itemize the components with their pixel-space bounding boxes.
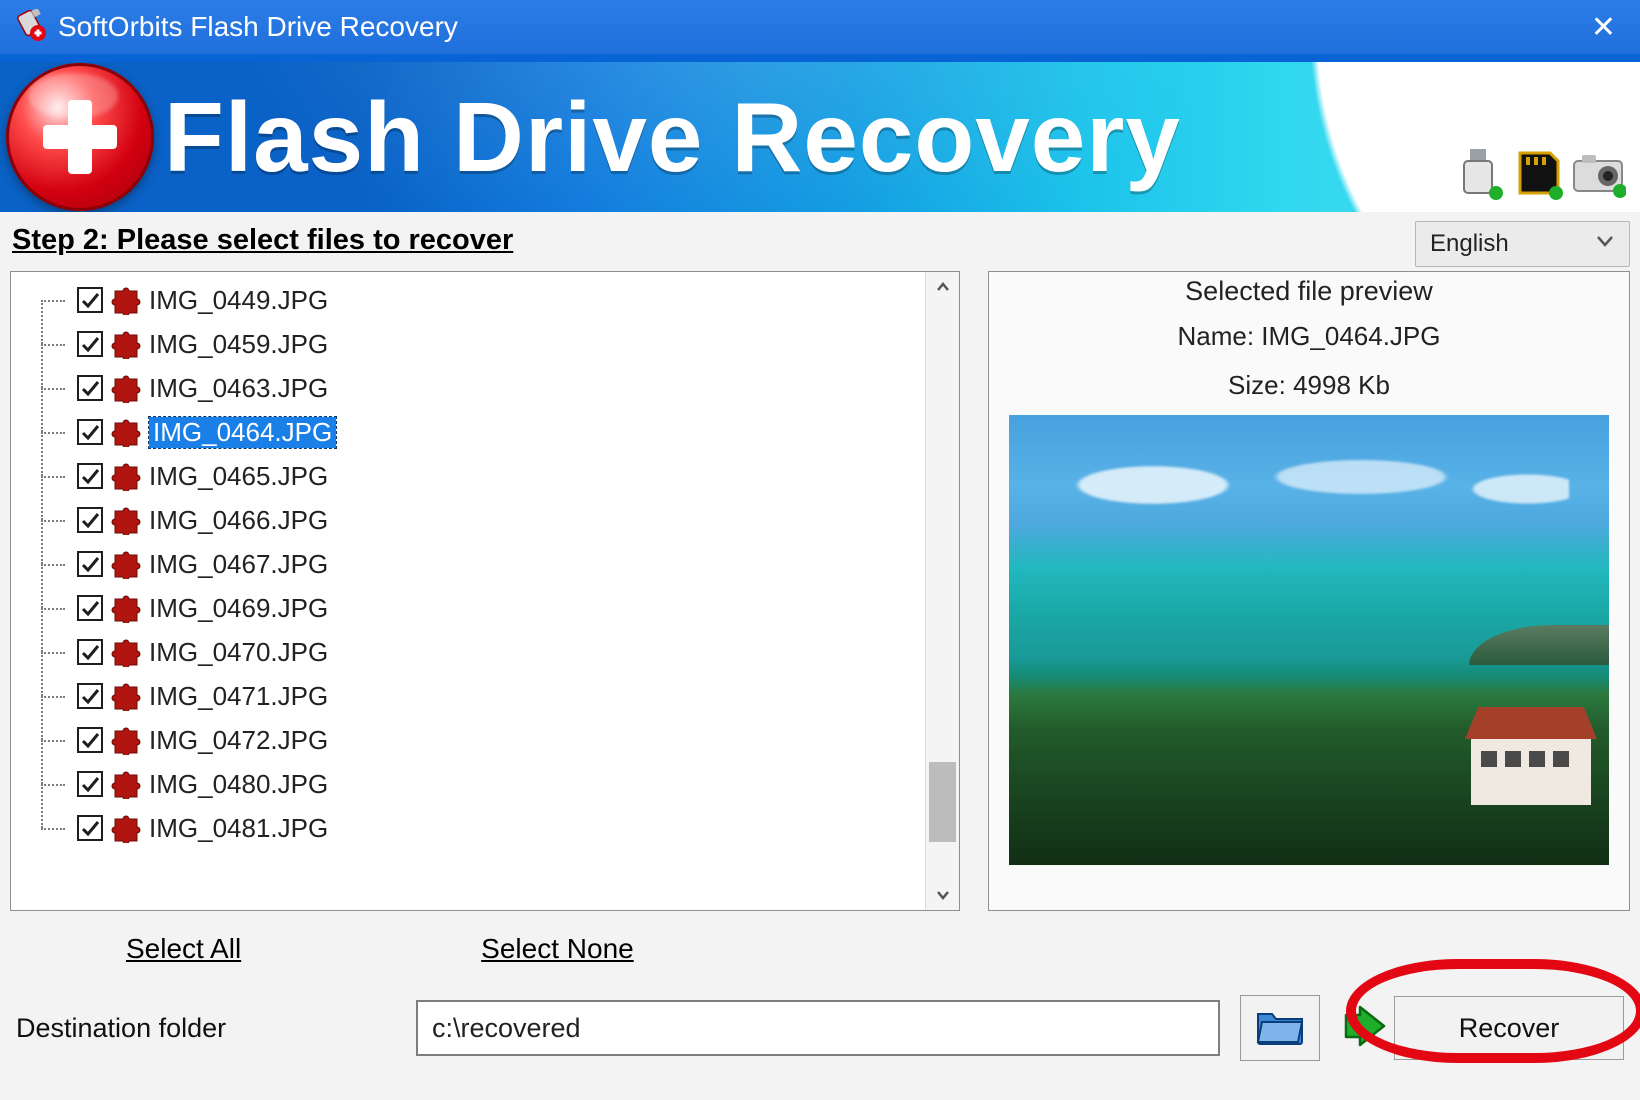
scrollbar-v[interactable]: [925, 272, 959, 910]
file-item[interactable]: IMG_0449.JPG: [29, 278, 925, 322]
file-name: IMG_0459.JPG: [149, 329, 328, 360]
select-none-link[interactable]: Select None: [481, 933, 634, 965]
file-name: IMG_0464.JPG: [149, 417, 336, 448]
file-item[interactable]: IMG_0472.JPG: [29, 718, 925, 762]
window-title: SoftOrbits Flash Drive Recovery: [58, 11, 458, 43]
file-type-icon: [111, 329, 141, 359]
file-type-icon: [111, 637, 141, 667]
preview-image: [1009, 415, 1609, 865]
tree-connector: [29, 278, 69, 322]
file-checkbox[interactable]: [77, 331, 103, 357]
recovery-plus-icon: [6, 63, 154, 211]
file-name: IMG_0469.JPG: [149, 593, 328, 624]
file-checkbox[interactable]: [77, 507, 103, 533]
file-checkbox[interactable]: [77, 551, 103, 577]
app-banner: Flash Drive Recovery: [0, 62, 1640, 212]
file-item[interactable]: IMG_0464.JPG: [29, 410, 925, 454]
file-name: IMG_0472.JPG: [149, 725, 328, 756]
file-name: IMG_0470.JPG: [149, 637, 328, 668]
usb-device-icon: [1450, 145, 1506, 206]
file-checkbox[interactable]: [77, 815, 103, 841]
file-type-icon: [111, 593, 141, 623]
tree-connector: [29, 630, 69, 674]
tree-connector: [29, 454, 69, 498]
camera-icon: [1570, 145, 1626, 206]
file-name: IMG_0465.JPG: [149, 461, 328, 492]
file-item[interactable]: IMG_0481.JPG: [29, 806, 925, 850]
file-item[interactable]: IMG_0471.JPG: [29, 674, 925, 718]
scroll-down-icon[interactable]: [926, 880, 959, 910]
file-type-icon: [111, 769, 141, 799]
file-item[interactable]: IMG_0469.JPG: [29, 586, 925, 630]
file-item[interactable]: IMG_0465.JPG: [29, 454, 925, 498]
file-type-icon: [111, 285, 141, 315]
file-type-icon: [111, 549, 141, 579]
file-checkbox[interactable]: [77, 595, 103, 621]
file-checkbox[interactable]: [77, 287, 103, 313]
tree-connector: [29, 586, 69, 630]
file-item[interactable]: IMG_0466.JPG: [29, 498, 925, 542]
file-type-icon: [111, 813, 141, 843]
file-item[interactable]: IMG_0467.JPG: [29, 542, 925, 586]
tree-connector: [29, 322, 69, 366]
file-name: IMG_0466.JPG: [149, 505, 328, 536]
file-name: IMG_0467.JPG: [149, 549, 328, 580]
destination-label: Destination folder: [16, 1013, 396, 1044]
file-type-icon: [111, 373, 141, 403]
app-title: Flash Drive Recovery: [164, 88, 1181, 186]
file-type-icon: [111, 725, 141, 755]
destination-input[interactable]: c:\recovered: [416, 1000, 1220, 1056]
tree-connector: [29, 674, 69, 718]
file-checkbox[interactable]: [77, 771, 103, 797]
file-checkbox[interactable]: [77, 639, 103, 665]
tree-connector: [29, 718, 69, 762]
file-checkbox[interactable]: [77, 419, 103, 445]
file-item[interactable]: IMG_0459.JPG: [29, 322, 925, 366]
scrollbar-thumb[interactable]: [929, 762, 956, 842]
scroll-up-icon[interactable]: [926, 272, 959, 302]
preview-name: Name: IMG_0464.JPG: [1178, 321, 1441, 352]
file-checkbox[interactable]: [77, 683, 103, 709]
preview-panel: Selected file preview Name: IMG_0464.JPG…: [988, 271, 1630, 911]
language-dropdown[interactable]: English: [1415, 221, 1630, 267]
recover-arrow-icon: [1342, 1003, 1388, 1054]
file-name: IMG_0463.JPG: [149, 373, 328, 404]
file-item[interactable]: IMG_0463.JPG: [29, 366, 925, 410]
sd-card-icon: [1510, 145, 1566, 206]
tree-connector: [29, 762, 69, 806]
step-heading: Step 2: Please select files to recover: [10, 220, 513, 267]
file-type-icon: [111, 461, 141, 491]
file-checkbox[interactable]: [77, 375, 103, 401]
file-type-icon: [111, 505, 141, 535]
file-item[interactable]: IMG_0470.JPG: [29, 630, 925, 674]
usb-drive-icon: [16, 9, 48, 46]
file-name: IMG_0449.JPG: [149, 285, 328, 316]
tree-connector: [29, 410, 69, 454]
titlebar: SoftOrbits Flash Drive Recovery ✕: [0, 0, 1640, 54]
select-all-link[interactable]: Select All: [126, 933, 241, 965]
tree-connector: [29, 366, 69, 410]
recover-button[interactable]: Recover: [1394, 996, 1624, 1060]
chevron-down-icon: [1595, 230, 1615, 258]
file-checkbox[interactable]: [77, 727, 103, 753]
language-selected: English: [1430, 230, 1509, 258]
browse-folder-button[interactable]: [1240, 995, 1320, 1061]
tree-connector: [29, 542, 69, 586]
preview-size: Size: 4998 Kb: [1228, 370, 1390, 401]
tree-connector: [29, 498, 69, 542]
file-type-icon: [111, 681, 141, 711]
file-type-icon: [111, 417, 141, 447]
preview-header: Selected file preview: [1185, 276, 1433, 307]
folder-icon: [1256, 1006, 1304, 1051]
file-name: IMG_0480.JPG: [149, 769, 328, 800]
file-name: IMG_0471.JPG: [149, 681, 328, 712]
tree-connector: [29, 806, 69, 850]
file-item[interactable]: IMG_0480.JPG: [29, 762, 925, 806]
file-list[interactable]: IMG_0449.JPG IMG_0459.JPG IMG_0463.JPG IMG_…: [10, 271, 960, 911]
close-button[interactable]: ✕: [1591, 10, 1616, 45]
file-checkbox[interactable]: [77, 463, 103, 489]
file-name: IMG_0481.JPG: [149, 813, 328, 844]
